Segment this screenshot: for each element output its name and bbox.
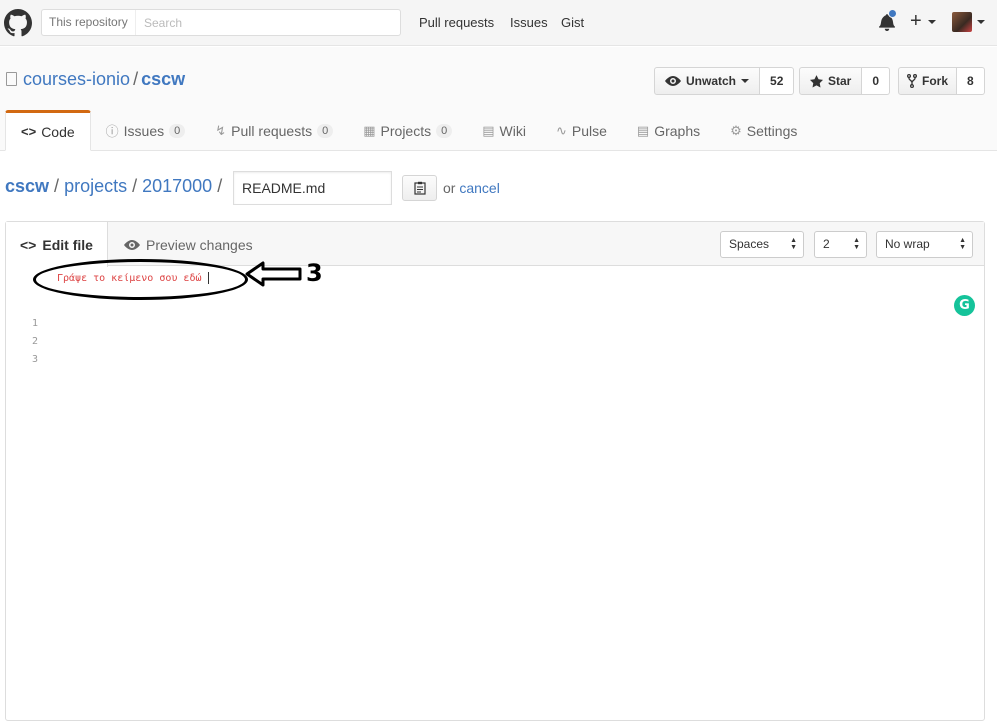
book-icon: ▤	[482, 122, 495, 138]
or-cancel: or cancel	[443, 180, 500, 196]
nav-pull-requests[interactable]: Pull requests	[419, 15, 494, 30]
line-number: 3	[32, 354, 39, 365]
watch-group: Unwatch 52	[654, 67, 795, 95]
tab-label: Issues	[123, 122, 165, 139]
tab-label: Graphs	[654, 122, 701, 139]
grammarly-icon[interactable]: G	[954, 295, 975, 316]
watch-count[interactable]: 52	[760, 67, 795, 95]
project-icon: ▦	[363, 122, 376, 138]
tab-label: Pull requests	[231, 122, 313, 139]
breadcrumb-2017000[interactable]: 2017000	[142, 176, 212, 196]
breadcrumb: cscw / projects/2017000/	[5, 176, 227, 197]
issue-icon: ⓘ	[105, 124, 119, 139]
eye-icon	[665, 76, 681, 86]
pr-counter: 0	[317, 123, 334, 138]
tab-label: Code	[41, 123, 75, 140]
top-header: This repository Pull requests Issues Gis…	[0, 0, 997, 46]
repo-separator: /	[133, 69, 139, 89]
chevron-down-icon	[741, 79, 750, 83]
search-input[interactable]	[138, 10, 398, 35]
fork-button[interactable]: Fork	[898, 67, 958, 95]
indent-size-value: 2	[823, 237, 830, 251]
annotation-arrow-icon	[245, 261, 302, 287]
tab-label: Pulse	[571, 122, 607, 139]
clipboard-icon[interactable]	[402, 175, 437, 201]
star-icon	[810, 74, 823, 88]
breadcrumb-root[interactable]: cscw	[5, 176, 49, 196]
eye-icon	[124, 239, 140, 250]
cancel-link[interactable]: cancel	[459, 180, 499, 196]
chevron-down-icon	[928, 20, 936, 24]
filename-field[interactable]	[233, 171, 392, 205]
avatar[interactable]	[952, 12, 972, 32]
star-count[interactable]: 0	[862, 67, 891, 95]
tab-label: Settings	[746, 122, 798, 139]
preview-label: Preview changes	[146, 236, 253, 253]
create-new-icon[interactable]: +	[910, 10, 922, 33]
wrap-mode-select[interactable]: No wrap ▲ ▼	[876, 231, 973, 258]
tab-graphs[interactable]: ▤ Graphs	[622, 110, 715, 151]
tab-code[interactable]: <> Code	[5, 110, 91, 151]
annotation-ellipse	[33, 259, 248, 300]
indent-mode-select[interactable]: Spaces ▲ ▼	[720, 231, 804, 258]
breadcrumb-separator: /	[132, 176, 138, 196]
gear-icon: ⚙	[730, 122, 742, 138]
unwatch-button[interactable]: Unwatch	[654, 67, 761, 95]
pr-icon: ↯	[215, 122, 227, 138]
unread-dot	[888, 9, 897, 18]
repo-nav: <> Code ⓘ Issues 0 ↯ Pull requests 0 ▦ P…	[5, 110, 812, 151]
annotation-number: 3	[306, 259, 323, 287]
fork-group: Fork 8	[898, 67, 985, 95]
repo-name-link[interactable]: cscw	[141, 69, 185, 89]
line-number: 2	[32, 336, 39, 347]
select-arrows-icon: ▲ ▼	[959, 237, 966, 251]
select-arrows-icon: ▲ ▼	[790, 237, 797, 251]
code-icon: <>	[21, 124, 37, 139]
tab-wiki[interactable]: ▤ Wiki	[467, 110, 541, 151]
indent-mode-value: Spaces	[729, 237, 770, 251]
repo-title: courses-ionio / cscw	[23, 69, 185, 90]
code-icon: <>	[20, 236, 37, 253]
star-label: Star	[828, 74, 852, 88]
nav-gist[interactable]: Gist	[561, 15, 584, 30]
repo-owner-link[interactable]: courses-ionio	[23, 69, 130, 89]
star-button[interactable]: Star	[799, 67, 863, 95]
wrap-mode-value: No wrap	[885, 237, 930, 251]
search-scope-label: This repository	[42, 10, 136, 35]
tab-projects[interactable]: ▦ Projects 0	[348, 110, 467, 151]
repo-header: courses-ionio / cscw Unwatch 52 Star 0 For…	[0, 47, 997, 151]
breadcrumb-projects[interactable]: projects	[64, 176, 127, 196]
pulse-icon: ∿	[555, 122, 567, 138]
edit-file-label: Edit file	[42, 236, 93, 253]
search-box: This repository	[41, 9, 401, 36]
graph-icon: ▤	[636, 122, 650, 138]
issues-counter: 0	[169, 123, 186, 138]
tab-label: Wiki	[499, 122, 526, 139]
line-number: 1	[32, 318, 39, 329]
tab-pulse[interactable]: ∿ Pulse	[541, 110, 622, 151]
repo-icon	[6, 72, 17, 86]
tab-pull-requests[interactable]: ↯ Pull requests 0	[200, 110, 348, 151]
breadcrumb-separator: /	[54, 176, 60, 196]
chevron-down-icon	[977, 20, 985, 24]
github-logo-icon[interactable]	[4, 9, 32, 37]
tab-issues[interactable]: ⓘ Issues 0	[91, 110, 201, 151]
unwatch-label: Unwatch	[686, 74, 737, 88]
tab-settings[interactable]: ⚙ Settings	[715, 110, 812, 151]
nav-issues[interactable]: Issues	[510, 15, 548, 30]
tab-label: Projects	[380, 122, 432, 139]
indent-size-select[interactable]: 2 ▲ ▼	[814, 231, 867, 258]
or-text: or	[443, 180, 456, 196]
fork-label: Fork	[922, 74, 949, 88]
breadcrumb-separator: /	[217, 176, 223, 196]
fork-icon	[907, 74, 917, 88]
select-arrows-icon: ▲ ▼	[853, 237, 860, 251]
fork-count[interactable]: 8	[957, 67, 985, 95]
star-group: Star 0	[799, 67, 891, 95]
projects-counter: 0	[436, 123, 453, 138]
